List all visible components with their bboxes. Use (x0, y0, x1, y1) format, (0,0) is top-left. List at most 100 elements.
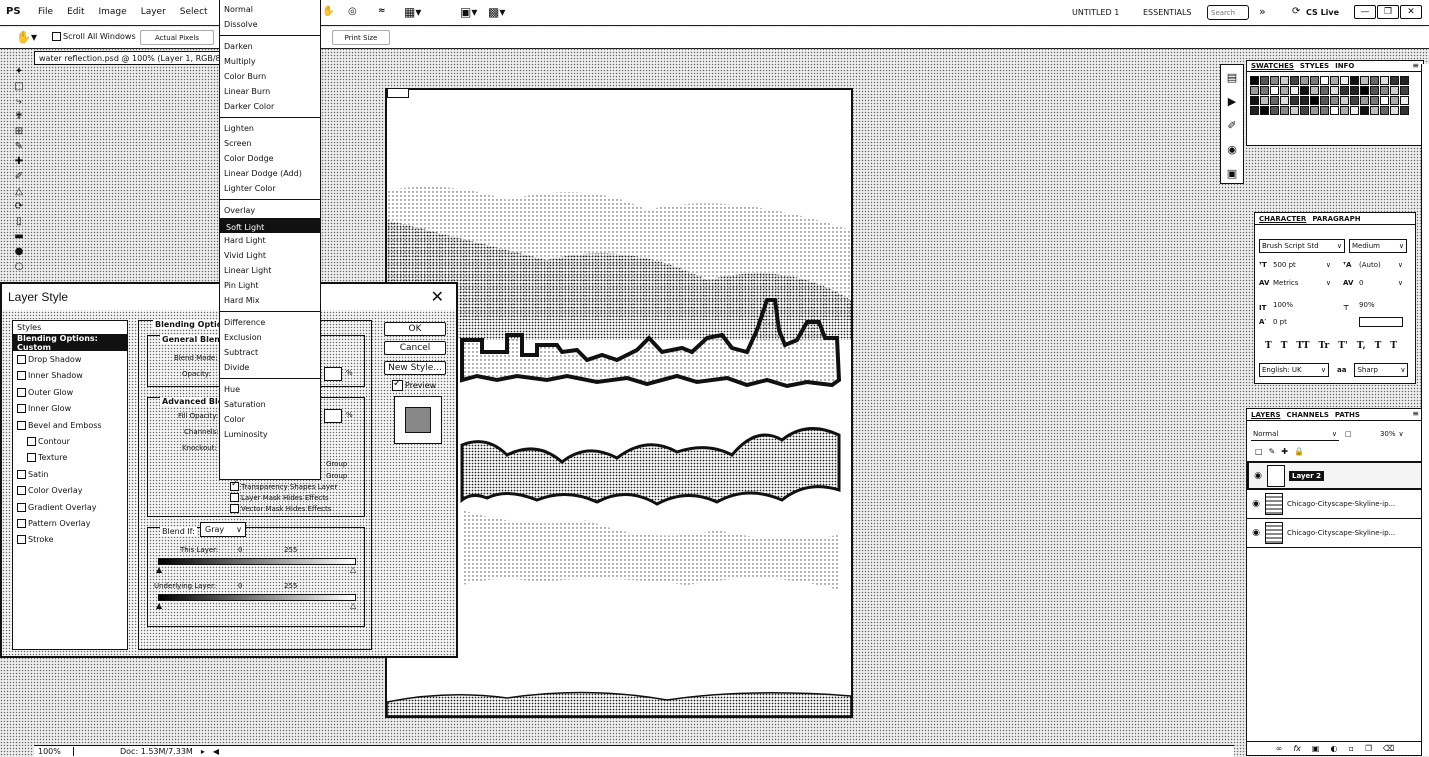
swatch-cell[interactable] (1360, 86, 1369, 95)
swatch-cell[interactable] (1290, 106, 1299, 115)
extras-icon[interactable]: ▩▾ (488, 5, 505, 19)
hand-tool-icon[interactable]: ✋ (322, 6, 334, 17)
marquee-tool-icon[interactable]: □ (6, 79, 32, 94)
swatches-tab-swatches[interactable]: SWATCHES (1251, 62, 1294, 70)
blend-mode-option-luminosity[interactable]: Luminosity (220, 427, 320, 442)
menu-layer[interactable]: Layer (141, 7, 166, 17)
zoom-readout[interactable]: 100% (34, 747, 74, 756)
style-item-stroke[interactable]: Stroke (13, 532, 127, 548)
type-style-button[interactable]: T (1265, 341, 1272, 351)
blend-mode-option-screen[interactable]: Screen (220, 136, 320, 151)
swatch-cell[interactable] (1380, 86, 1389, 95)
menu-image[interactable]: Image (99, 7, 127, 17)
layers-tab-channels[interactable]: CHANNELS (1287, 411, 1329, 419)
ok-button[interactable]: OK (384, 322, 446, 336)
blend-mode-option-divide[interactable]: Divide (220, 360, 320, 375)
font-style-select[interactable]: Medium ∨ (1349, 239, 1407, 253)
blend-mode-option-color[interactable]: Color (220, 412, 320, 427)
zoom-level-icon[interactable]: ≈ (378, 6, 386, 16)
actual-pixels-button[interactable]: Actual Pixels (140, 30, 214, 45)
swatch-cell[interactable] (1270, 76, 1279, 85)
leading-field[interactable]: (Auto) ∨ (1359, 261, 1403, 269)
swatch-cell[interactable] (1380, 76, 1389, 85)
blend-mode-option-hard-mix[interactable]: Hard Mix (220, 293, 320, 308)
workspace-untitled[interactable]: UNTITLED 1 (1072, 8, 1119, 17)
cslive-label[interactable]: CS Live (1306, 8, 1339, 17)
style-item-bevel-and-emboss[interactable]: Bevel and Emboss (13, 417, 127, 433)
new-group-icon[interactable]: ▫ (1348, 744, 1353, 753)
swatch-cell[interactable] (1280, 106, 1289, 115)
layer-fx-icon[interactable]: fx (1293, 744, 1301, 753)
minimize-icon[interactable]: — (1354, 5, 1376, 19)
swatch-cell[interactable] (1270, 86, 1279, 95)
underlying-gradient[interactable] (158, 594, 356, 601)
gradient-tool-icon[interactable]: ▬ (6, 229, 32, 244)
style-item-gradient-overlay[interactable]: Gradient Overlay (13, 499, 127, 515)
underlying-black-slider[interactable]: ▲ (156, 601, 162, 610)
adjustment-layer-icon[interactable]: ◐ (1330, 744, 1337, 753)
this-layer-white-slider[interactable]: △ (350, 565, 356, 574)
type-style-button[interactable]: T' (1338, 341, 1347, 351)
style-item-drop-shadow[interactable]: Drop Shadow (13, 351, 127, 367)
eyedropper-tool-icon[interactable]: ✎ (6, 139, 32, 154)
blur-tool-icon[interactable]: ● (6, 244, 32, 259)
swatch-cell[interactable] (1350, 106, 1359, 115)
healing-brush-tool-icon[interactable]: ✚ (6, 154, 32, 169)
blend-mode-option-lighter-color[interactable]: Lighter Color (220, 181, 320, 196)
style-checkbox[interactable] (17, 371, 26, 381)
style-checkbox[interactable] (17, 518, 26, 528)
swatch-cell[interactable] (1390, 86, 1399, 95)
swatch-cell[interactable] (1310, 86, 1319, 95)
style-checkbox[interactable] (17, 387, 26, 397)
type-style-button[interactable]: Tr (1318, 341, 1329, 351)
opacity-input[interactable] (324, 367, 342, 381)
swatch-cell[interactable] (1320, 106, 1329, 115)
vertical-scrollbar[interactable] (1421, 64, 1429, 756)
style-item-satin[interactable]: Satin (13, 466, 127, 482)
quick-select-tool-icon[interactable]: ✟ (6, 109, 32, 124)
style-checkbox[interactable] (17, 355, 26, 365)
swatch-cell[interactable] (1320, 96, 1329, 105)
trash-icon[interactable]: ⌫ (1383, 744, 1394, 753)
move-tool-icon[interactable]: ✦ (6, 64, 32, 79)
swatch-cell[interactable] (1380, 96, 1389, 105)
type-style-button[interactable]: T (1281, 341, 1288, 351)
swatch-cell[interactable] (1260, 106, 1269, 115)
swatch-cell[interactable] (1340, 76, 1349, 85)
swatch-cell[interactable] (1370, 76, 1379, 85)
layer-row[interactable]: ◉ Chicago-Cityscape-Skyline-ip... (1247, 519, 1423, 548)
swatch-cell[interactable] (1250, 76, 1259, 85)
swatch-cell[interactable] (1280, 86, 1289, 95)
swatch-cell[interactable] (1300, 106, 1309, 115)
visibility-eye-icon[interactable]: ◉ (1249, 471, 1267, 481)
scroll-left-icon[interactable]: ◀ (213, 747, 219, 756)
blend-mode-option-linear-light[interactable]: Linear Light (220, 263, 320, 278)
swatches-menu-icon[interactable]: ≡ (1412, 61, 1419, 70)
lock-transparency-icon[interactable]: □ (1255, 447, 1263, 456)
blend-mode-option-linear-dodge-add[interactable]: Linear Dodge (Add) (220, 166, 320, 181)
style-checkbox[interactable] (17, 420, 26, 430)
cancel-button[interactable]: Cancel (384, 341, 446, 355)
vector-mask-hides-option[interactable]: Vector Mask Hides Effects (230, 504, 331, 513)
search-input[interactable] (1207, 5, 1249, 20)
swatch-cell[interactable] (1350, 96, 1359, 105)
clone-stamp-tool-icon[interactable]: △ (6, 184, 32, 199)
style-item-outer-glow[interactable]: Outer Glow (13, 384, 127, 400)
swatch-cell[interactable] (1280, 76, 1289, 85)
add-mask-icon[interactable]: ▣ (1312, 744, 1320, 753)
blend-mode-option-hard-light[interactable]: Hard Light (220, 233, 320, 248)
swatch-cell[interactable] (1310, 106, 1319, 115)
visibility-eye-icon[interactable]: ◉ (1247, 528, 1265, 538)
layers-tab-layers[interactable]: LAYERS (1251, 411, 1281, 419)
style-checkbox[interactable] (17, 404, 26, 414)
blend-mode-option-hue[interactable]: Hue (220, 382, 320, 397)
workspace-essentials[interactable]: ESSENTIALS (1143, 8, 1192, 17)
type-style-button[interactable]: T, (1357, 341, 1366, 351)
antialias-select[interactable]: Sharp ∨ (1354, 363, 1409, 377)
layers-menu-icon[interactable]: ≡ (1412, 409, 1419, 418)
swatch-cell[interactable] (1250, 106, 1259, 115)
swatch-cell[interactable] (1250, 96, 1259, 105)
history-brush-tool-icon[interactable]: ⟳ (6, 199, 32, 214)
style-checkbox[interactable] (17, 535, 26, 545)
eraser-tool-icon[interactable]: ▯ (6, 214, 32, 229)
